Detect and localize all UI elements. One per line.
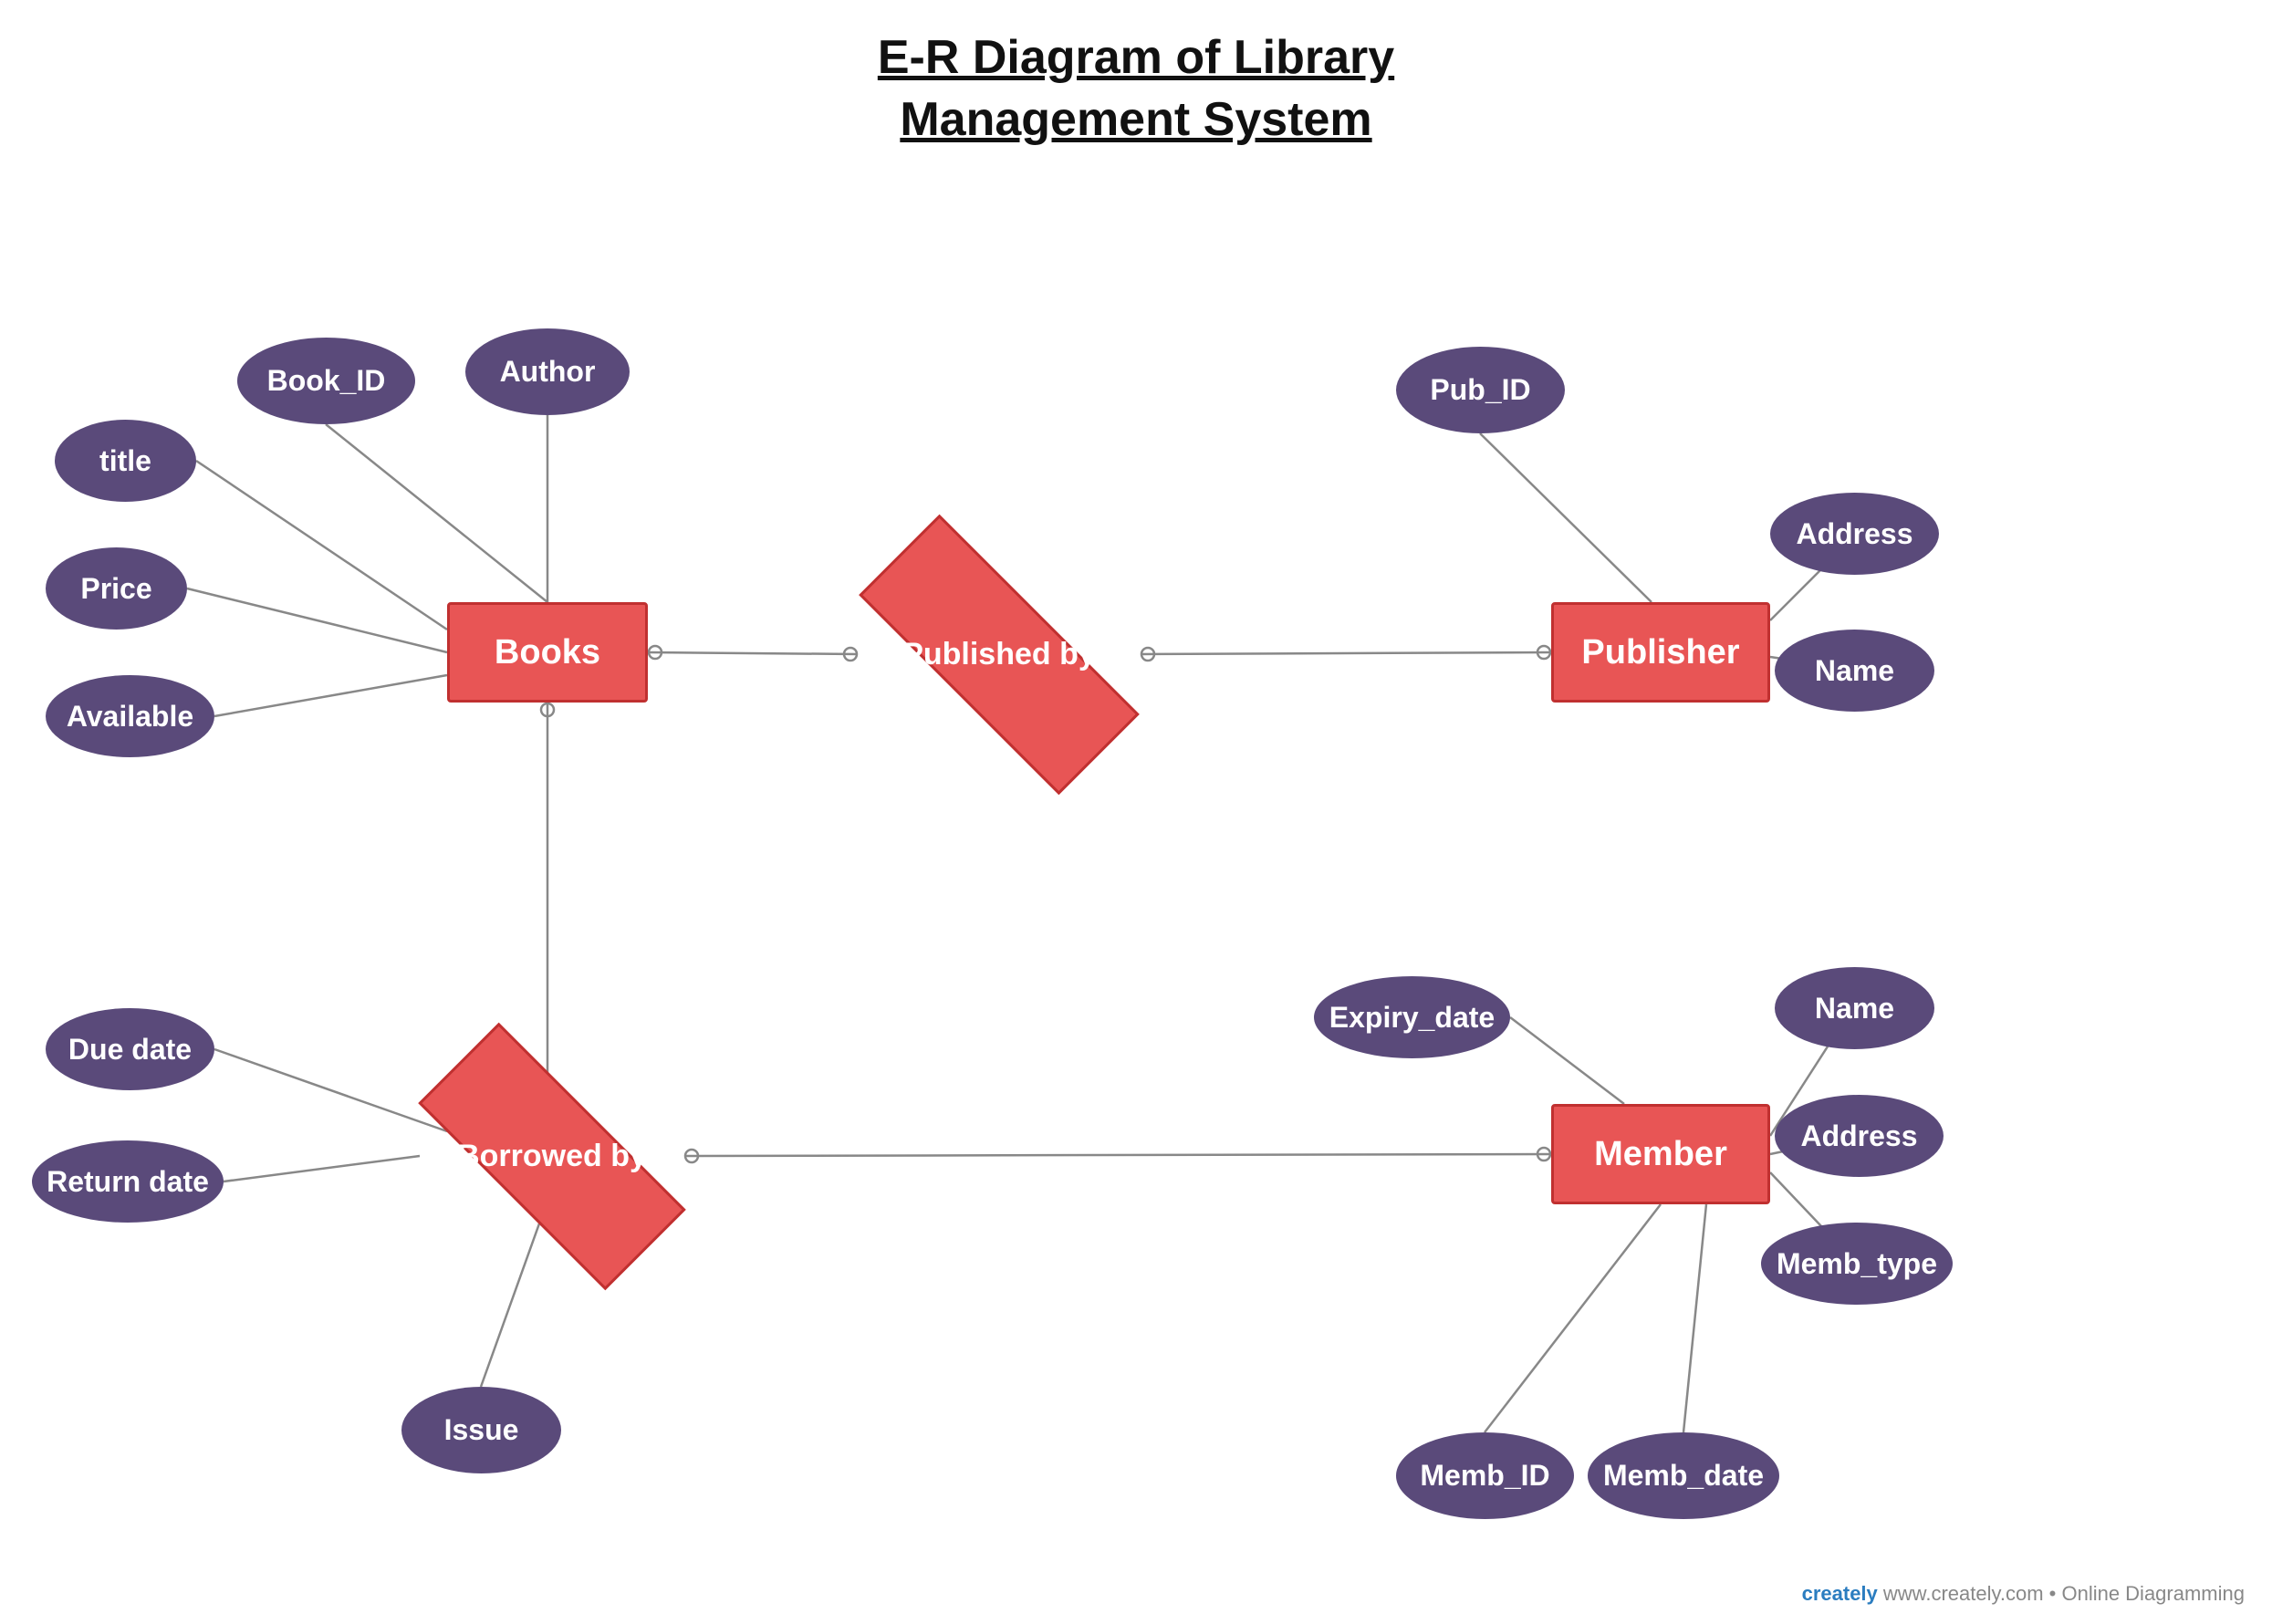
attribute-title: title bbox=[55, 420, 196, 502]
attribute-due-date: Due date bbox=[46, 1008, 214, 1090]
brand-name: creately bbox=[1802, 1582, 1878, 1605]
entity-member: Member bbox=[1551, 1104, 1770, 1204]
attribute-author: Author bbox=[465, 328, 630, 415]
watermark: creately www.creately.com • Online Diagr… bbox=[1802, 1582, 2245, 1606]
entity-books: Books bbox=[447, 602, 648, 703]
attribute-address-publisher: Address bbox=[1770, 493, 1939, 575]
attribute-pub-id: Pub_ID bbox=[1396, 347, 1565, 433]
attribute-memb-date: Memb_date bbox=[1588, 1432, 1779, 1519]
attribute-memb-id: Memb_ID bbox=[1396, 1432, 1574, 1519]
connection-lines bbox=[0, 0, 2272, 1624]
attribute-name-publisher: Name bbox=[1775, 630, 1934, 712]
relationship-published-by: Published by bbox=[858, 598, 1141, 712]
watermark-text: www.creately.com • Online Diagramming bbox=[1883, 1582, 2245, 1605]
attribute-expiry-date: Expiry_date bbox=[1314, 976, 1510, 1058]
attribute-name-member: Name bbox=[1775, 967, 1934, 1049]
attribute-price: Price bbox=[46, 547, 187, 630]
attribute-return-date: Return date bbox=[32, 1140, 224, 1223]
attribute-issue: Issue bbox=[401, 1387, 561, 1473]
entity-publisher: Publisher bbox=[1551, 602, 1770, 703]
attribute-address-member: Address bbox=[1775, 1095, 1944, 1177]
relationship-borrowed-by: Borrowed by bbox=[420, 1099, 684, 1213]
attribute-book-id: Book_ID bbox=[237, 338, 415, 424]
diagram-container: E-R Diagram of Library Management System bbox=[0, 0, 2272, 1624]
diagram-title: E-R Diagram of Library Management System bbox=[0, 0, 2272, 151]
attribute-available: Available bbox=[46, 675, 214, 757]
attribute-memb-type: Memb_type bbox=[1761, 1223, 1953, 1305]
